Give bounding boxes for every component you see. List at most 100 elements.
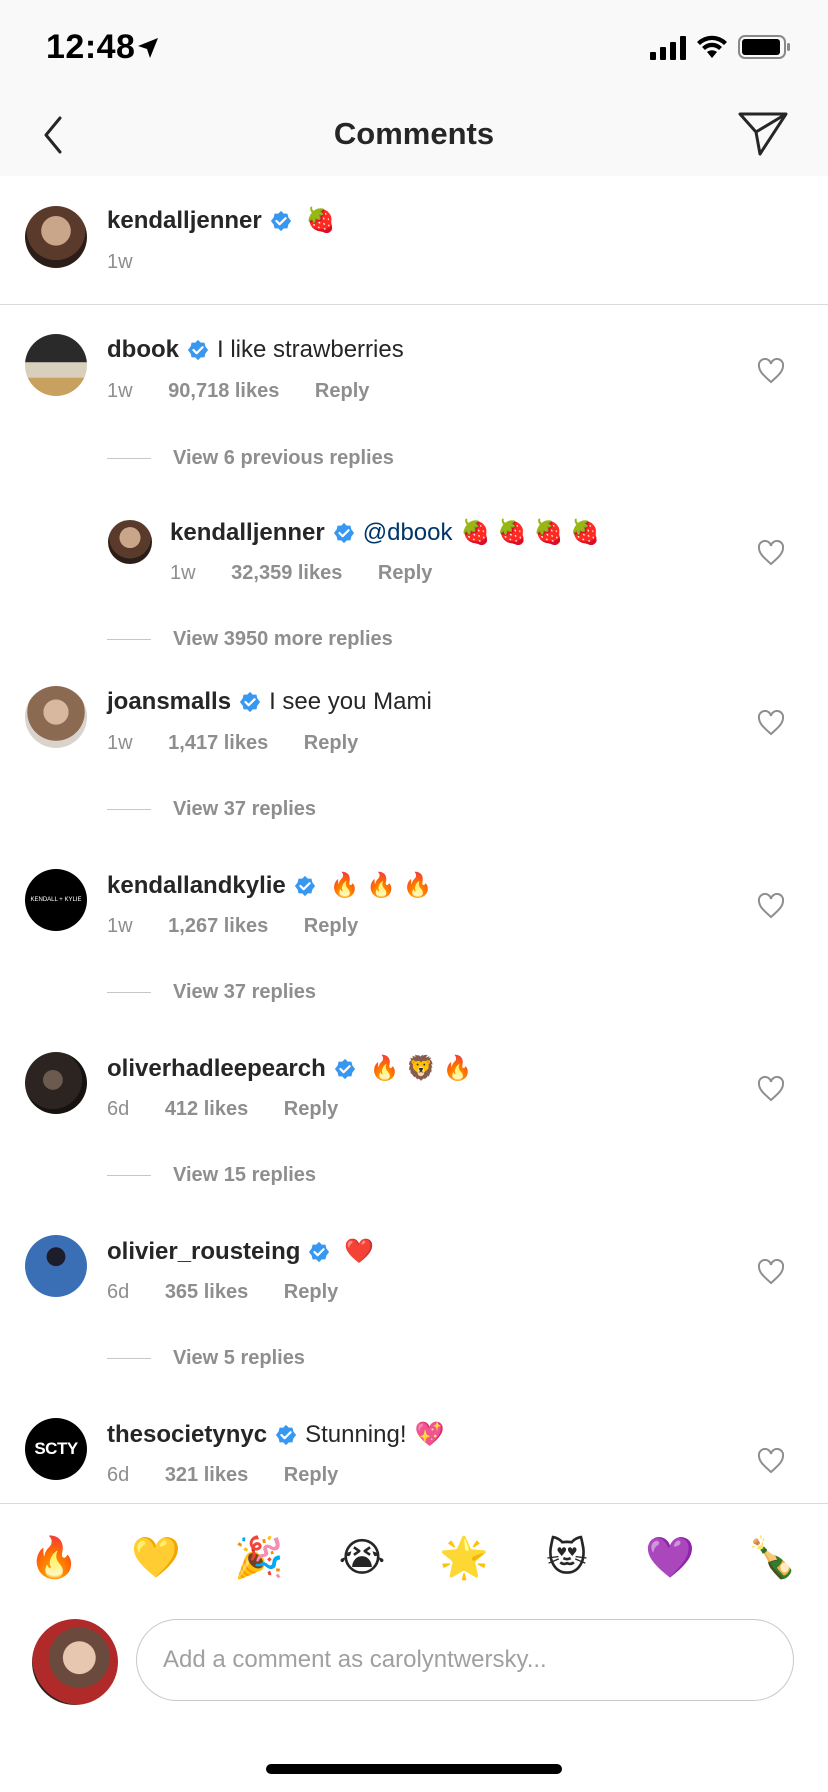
reply-button[interactable]: Reply xyxy=(304,915,358,937)
username[interactable]: joansmalls xyxy=(107,688,231,716)
avatar[interactable] xyxy=(25,686,87,748)
likes-count[interactable]: 1,417 likes xyxy=(168,732,268,754)
emoji-yellow-heart-button[interactable]: 💛 xyxy=(130,1532,182,1584)
avatar[interactable]: SCTY xyxy=(25,1418,87,1480)
likes-count[interactable]: 1,267 likes xyxy=(168,915,268,937)
avatar-logo-text: SCTY xyxy=(34,1439,78,1458)
likes-count[interactable]: 90,718 likes xyxy=(168,380,279,402)
heart-icon[interactable] xyxy=(757,893,785,919)
heart-icon[interactable] xyxy=(757,1259,785,1285)
comment-emoji: 🔥 🦁 🔥 xyxy=(369,1055,473,1082)
avatar[interactable] xyxy=(108,520,152,564)
heart-icon[interactable] xyxy=(757,540,785,566)
timestamp: 1w xyxy=(107,380,133,402)
view-replies-button[interactable]: View 3950 more replies xyxy=(107,628,393,651)
emoji-fire-button[interactable]: 🔥 xyxy=(28,1532,80,1584)
view-replies-button[interactable]: View 15 replies xyxy=(107,1164,316,1187)
view-replies-label: View 3950 more replies xyxy=(173,628,393,650)
comment-input[interactable] xyxy=(136,1619,794,1701)
divider xyxy=(107,991,151,994)
avatar[interactable]: KENDALL + KYLIE xyxy=(25,869,87,931)
location-arrow-icon xyxy=(138,38,158,58)
view-replies-button[interactable]: View 37 replies xyxy=(107,981,316,1004)
avatar[interactable] xyxy=(25,206,87,268)
comment-list[interactable]: dbook I like strawberries 1w 90,718 like… xyxy=(0,304,828,1504)
heart-icon[interactable] xyxy=(757,1448,785,1474)
timestamp: 1w xyxy=(107,251,133,273)
comment-emoji: 🔥 🔥 🔥 xyxy=(329,872,433,899)
avatar[interactable] xyxy=(25,334,87,396)
comment-emoji: ❤️ xyxy=(344,1238,375,1265)
verified-badge-icon xyxy=(239,691,261,713)
verified-badge-icon xyxy=(275,1424,297,1445)
comment-emoji: 🍓 🍓 🍓 🍓 xyxy=(460,519,601,546)
heart-icon[interactable] xyxy=(757,358,785,384)
reply-button[interactable]: Reply xyxy=(304,732,358,754)
view-replies-label: View 37 replies xyxy=(173,798,317,820)
timestamp: 1w xyxy=(170,562,196,584)
quick-emoji-bar: 🔥 💛 🎉 😭 🌟 😻 💜 🍾 xyxy=(0,1503,828,1608)
likes-count[interactable]: 365 likes xyxy=(165,1281,248,1303)
username[interactable]: thesocietynyc xyxy=(107,1421,267,1449)
reply-button[interactable]: Reply xyxy=(315,380,369,402)
divider xyxy=(107,1357,151,1360)
navigation-bar: Comments xyxy=(0,98,828,177)
cellular-signal-icon xyxy=(650,36,686,60)
username[interactable]: kendalljenner xyxy=(170,519,325,547)
username[interactable]: olivier_rousteing xyxy=(107,1238,300,1266)
divider xyxy=(107,1174,151,1177)
likes-count[interactable]: 412 likes xyxy=(165,1098,248,1120)
avatar[interactable] xyxy=(25,1235,87,1297)
comment-text: I see you Mami xyxy=(269,688,432,715)
username[interactable]: dbook xyxy=(107,336,179,364)
paper-plane-icon[interactable] xyxy=(736,106,790,160)
view-replies-label: View 6 previous replies xyxy=(173,447,394,469)
emoji-champagne-button[interactable]: 🍾 xyxy=(746,1532,798,1584)
timestamp: 6d xyxy=(107,1281,130,1303)
home-indicator[interactable] xyxy=(266,1764,562,1774)
my-avatar xyxy=(32,1619,118,1705)
verified-badge-icon xyxy=(309,1241,330,1262)
view-replies-button[interactable]: View 37 replies xyxy=(107,798,316,821)
page-title: Comments xyxy=(333,116,495,151)
avatar[interactable] xyxy=(25,1052,87,1114)
timestamp: 6d xyxy=(107,1098,130,1120)
avatar-logo-text: KENDALL + KYLIE xyxy=(30,897,82,903)
view-replies-button[interactable]: View 5 replies xyxy=(107,1347,305,1370)
divider xyxy=(107,638,151,641)
comment-composer xyxy=(0,1607,828,1727)
timestamp: 1w xyxy=(107,732,133,754)
emoji-party-button[interactable]: 🎉 xyxy=(233,1532,285,1584)
view-replies-label: View 5 replies xyxy=(173,1347,305,1369)
likes-count[interactable]: 32,359 likes xyxy=(231,562,342,584)
heart-icon[interactable] xyxy=(757,1076,785,1102)
comment-emoji: 💖 xyxy=(414,1421,445,1448)
divider xyxy=(107,457,151,460)
reply-button[interactable]: Reply xyxy=(378,562,432,584)
caption-emoji: 🍓 xyxy=(305,207,336,234)
username[interactable]: kendalljenner xyxy=(107,207,262,235)
username[interactable]: oliverhadleepearch xyxy=(107,1055,326,1083)
view-replies-label: View 15 replies xyxy=(173,1164,317,1186)
timestamp: 1w xyxy=(107,915,133,937)
verified-badge-icon xyxy=(187,339,209,361)
emoji-purple-heart-button[interactable]: 💜 xyxy=(644,1532,696,1584)
timestamp: 6d xyxy=(107,1464,130,1486)
view-replies-button[interactable]: View 6 previous replies xyxy=(107,447,394,470)
emoji-crying-button[interactable]: 😭 xyxy=(336,1532,388,1584)
heart-icon[interactable] xyxy=(757,710,785,736)
emoji-star-button[interactable]: 🌟 xyxy=(438,1532,490,1584)
status-bar: 12:48 xyxy=(0,0,828,98)
username[interactable]: kendallandkylie xyxy=(107,872,286,900)
mention-link[interactable]: @dbook xyxy=(363,519,453,547)
reply-button[interactable]: Reply xyxy=(284,1281,338,1303)
verified-badge-icon xyxy=(294,875,315,896)
reply-button[interactable]: Reply xyxy=(284,1464,338,1486)
emoji-heart-eyes-cat-button[interactable]: 😻 xyxy=(541,1532,593,1584)
reply-button[interactable]: Reply xyxy=(284,1098,338,1120)
post-caption: kendalljenner 🍓 1w xyxy=(0,176,828,305)
battery-icon xyxy=(738,35,790,59)
verified-badge-icon xyxy=(270,210,291,231)
likes-count[interactable]: 321 likes xyxy=(165,1464,248,1486)
verified-badge-icon xyxy=(333,522,354,543)
